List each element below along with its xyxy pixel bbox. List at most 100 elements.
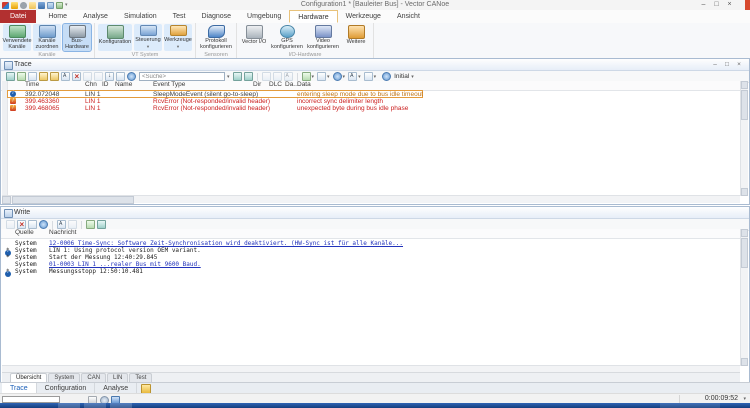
minimize-button[interactable]: – (697, 0, 710, 10)
write-tab-strip: Übersicht System CAN LIN Test (2, 372, 740, 382)
weitere-button[interactable]: Weitere (342, 24, 370, 51)
tab-simulation[interactable]: Simulation (116, 10, 165, 23)
pause-icon[interactable] (83, 72, 92, 81)
konfiguration-button[interactable]: Konfiguration (98, 24, 132, 51)
az-filter-icon[interactable] (61, 72, 70, 81)
initial-filter-dropdown[interactable]: Initial ▾ (381, 72, 416, 81)
save-icon[interactable] (39, 220, 48, 229)
trace-vertical-scrollbar[interactable] (740, 81, 748, 196)
step-back-icon[interactable] (262, 72, 271, 81)
gps-konfigurieren-button[interactable]: GPS konfigurieren (270, 24, 304, 51)
abc-icon[interactable] (284, 72, 293, 81)
tab-umgebung[interactable]: Umgebung (239, 10, 289, 23)
trace-maximize-button[interactable]: □ (721, 59, 733, 70)
search-next-icon[interactable] (244, 72, 253, 81)
col-nachricht[interactable]: Nachricht (49, 229, 76, 237)
write-row[interactable]: System 12-0006 Time-Sync: Software Zeit-… (1, 240, 740, 247)
print-icon[interactable] (28, 220, 37, 229)
sort-icon[interactable] (105, 72, 114, 81)
sigma-icon[interactable] (28, 72, 37, 81)
export-icon[interactable] (302, 72, 311, 81)
steuerung-button[interactable]: Steuerung (134, 24, 162, 51)
col-event-type[interactable]: Event Type (153, 81, 185, 89)
tab-home[interactable]: Home (40, 10, 75, 23)
clear-icon[interactable] (17, 220, 26, 229)
col-time[interactable]: Time (25, 81, 39, 89)
col-quelle[interactable]: Quelle (15, 229, 34, 237)
protokoll-konfigurieren-button[interactable]: Protokoll konfigurieren (199, 24, 233, 51)
trace-horizontal-scrollbar[interactable] (2, 195, 740, 203)
tab-ansicht[interactable]: Ansicht (389, 10, 428, 23)
copy-icon[interactable] (68, 220, 77, 229)
windows-taskbar[interactable] (0, 403, 750, 408)
cell-message[interactable]: 01-0003 LIN 1 ...realer Bus mit 9600 Bau… (49, 261, 201, 268)
refresh-icon[interactable] (97, 220, 106, 229)
tab-analyse[interactable]: Analyse (75, 10, 116, 23)
col-chn[interactable]: Chn (85, 81, 97, 89)
col-id[interactable]: ID (102, 81, 109, 89)
pin-icon[interactable] (6, 72, 15, 81)
layout-icon[interactable] (364, 72, 373, 81)
copy-dropdown-icon[interactable]: ▾ (327, 74, 330, 80)
trace-row[interactable]: 392.072048 LIN 1 SleepModeEvent (silent … (1, 91, 740, 98)
trace-minimize-button[interactable]: – (709, 59, 721, 70)
find-icon[interactable] (57, 220, 66, 229)
trace-search-input[interactable] (139, 72, 225, 81)
werkzeuge-button[interactable]: Werkzeuge (164, 24, 192, 51)
layout-dropdown-icon[interactable]: ▾ (374, 74, 377, 80)
copy-icon[interactable] (317, 72, 326, 81)
write-tab-lin[interactable]: LIN (107, 373, 128, 382)
step-forward-icon[interactable] (273, 72, 282, 81)
background-window-edge (745, 0, 750, 10)
delete-icon[interactable] (72, 72, 81, 81)
info-icon[interactable] (127, 72, 136, 81)
erase-icon[interactable] (17, 72, 26, 81)
status-search-input[interactable] (2, 396, 60, 403)
close-button[interactable]: × (723, 0, 736, 10)
col-dlc[interactable]: DLC (269, 81, 282, 89)
marker-icon[interactable] (94, 72, 103, 81)
kanaele-zuordnen-button[interactable]: Kanäle zuordnen (33, 24, 61, 51)
scroll-lock-icon[interactable] (6, 220, 15, 229)
write-row[interactable]: * System Messungsstopp 12:50:10.481 (1, 268, 740, 275)
search-prev-icon[interactable] (233, 72, 242, 81)
cell-message[interactable]: 12-0006 Time-Sync: Software Zeit-Synchro… (49, 240, 403, 247)
col-dir[interactable]: Dir (253, 81, 261, 89)
search-dropdown-icon[interactable]: ▾ (227, 74, 230, 80)
filter-stop-icon[interactable] (50, 72, 59, 81)
verwendete-kanaele-button[interactable]: Verwendete Kanäle (3, 24, 31, 51)
export-dropdown-icon[interactable]: ▾ (312, 74, 315, 80)
col-data[interactable]: Data (297, 81, 311, 89)
write-row[interactable]: * System Start der Messung 12:40:29.845 (1, 254, 740, 261)
trace-window-icon (4, 61, 13, 70)
col-name[interactable]: Name (115, 81, 132, 89)
maximize-button[interactable]: □ (710, 0, 723, 10)
write-tab-system[interactable]: System (48, 373, 80, 382)
write-titlebar[interactable]: Write (1, 207, 749, 219)
tab-test[interactable]: Test (165, 10, 194, 23)
video-konfigurieren-button[interactable]: Video konfigurieren (306, 24, 340, 51)
font-dropdown-icon[interactable]: ▾ (358, 74, 361, 80)
write-vertical-scrollbar[interactable] (740, 229, 748, 366)
autoscroll-icon[interactable] (86, 220, 95, 229)
window-dropdown-icon[interactable]: ▾ (343, 74, 346, 80)
write-tab-can[interactable]: CAN (81, 373, 106, 382)
tab-datei[interactable]: Datei (0, 10, 36, 23)
write-tab-uebersicht[interactable]: Übersicht (10, 373, 47, 382)
tab-hardware[interactable]: Hardware (289, 10, 337, 23)
columns-icon[interactable] (116, 72, 125, 81)
filter-icon[interactable] (39, 72, 48, 81)
trace-row[interactable]: 399.468065 LIN 1 RcvError (Not-responded… (1, 105, 740, 112)
bus-hardware-button[interactable]: Bus-Hardware (63, 24, 91, 51)
write-row[interactable]: System 01-0003 LIN 1 ...realer Bus mit 9… (1, 261, 740, 268)
vector-io-button[interactable]: Vector I/O (240, 24, 268, 51)
window-icon[interactable] (333, 72, 342, 81)
tab-werkzeuge[interactable]: Werkzeuge (338, 10, 389, 23)
trace-titlebar[interactable]: Trace – □ × (1, 59, 749, 71)
trace-row[interactable]: 399.463360 LIN 1 RcvError (Not-responded… (1, 98, 740, 105)
tab-diagnose[interactable]: Diagnose (193, 10, 239, 23)
font-icon[interactable] (348, 72, 357, 81)
trace-close-button[interactable]: × (733, 59, 745, 70)
write-tab-test[interactable]: Test (129, 373, 152, 382)
write-row[interactable]: * System LIN 1: Using protocol version O… (1, 247, 740, 254)
